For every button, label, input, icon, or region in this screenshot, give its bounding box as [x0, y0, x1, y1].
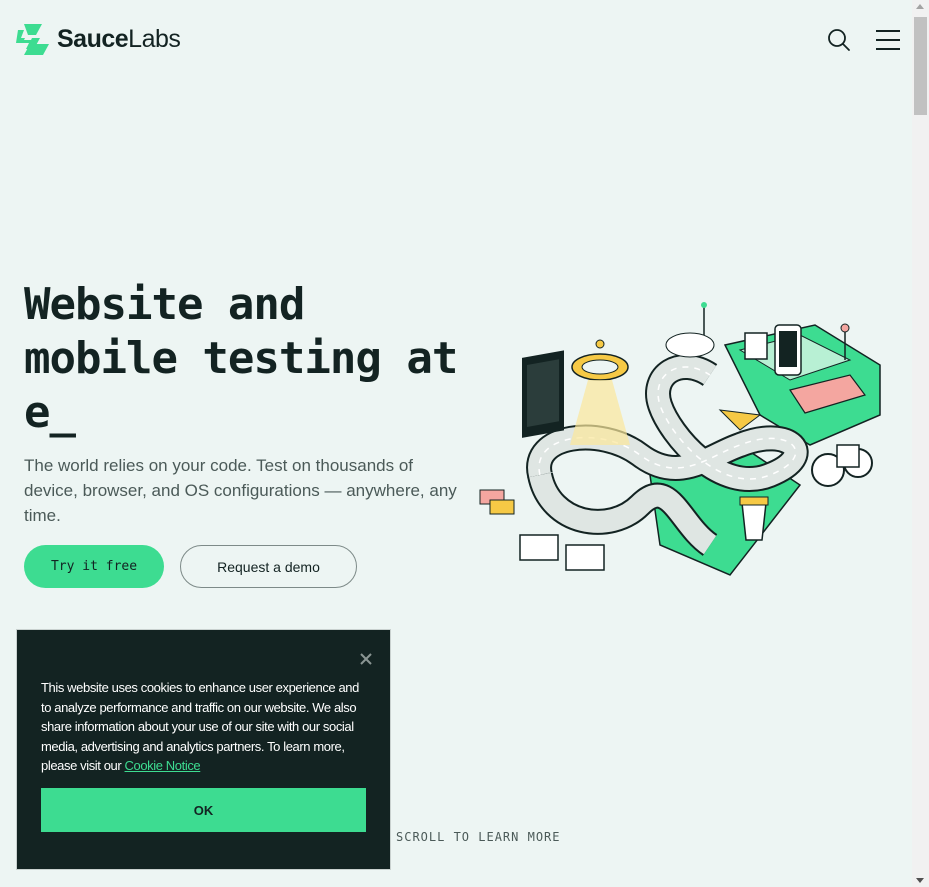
- scroll-thumb[interactable]: [914, 17, 927, 115]
- scroll-up-arrow-icon[interactable]: [916, 4, 924, 9]
- logo-wordmark: SauceLabs: [57, 25, 181, 53]
- saucelabs-logo-icon: [16, 24, 49, 55]
- try-it-free-button[interactable]: Try it free: [24, 545, 164, 588]
- page-scrollbar[interactable]: [912, 0, 929, 887]
- hero-illustration: [479, 302, 881, 576]
- close-icon[interactable]: [359, 652, 373, 666]
- hero-title: Website and mobile testing at e_: [24, 279, 458, 438]
- site-header: SauceLabs: [0, 0, 912, 80]
- hero-subtitle: The world relies on your code. Test on t…: [24, 456, 457, 525]
- scroll-down-arrow-icon[interactable]: [916, 878, 924, 883]
- cookie-notice-link[interactable]: Cookie Notice: [125, 758, 201, 773]
- scroll-to-learn-more[interactable]: SCROLL TO LEARN MORE: [396, 830, 561, 844]
- menu-icon[interactable]: [875, 29, 901, 51]
- cookie-ok-button[interactable]: OK: [41, 788, 366, 832]
- cookie-banner-text: This website uses cookies to enhance use…: [41, 680, 359, 774]
- cookie-banner: This website uses cookies to enhance use…: [16, 629, 391, 870]
- search-icon[interactable]: [826, 27, 852, 53]
- request-demo-button[interactable]: Request a demo: [180, 545, 357, 588]
- saucelabs-logo[interactable]: SauceLabs: [16, 24, 181, 55]
